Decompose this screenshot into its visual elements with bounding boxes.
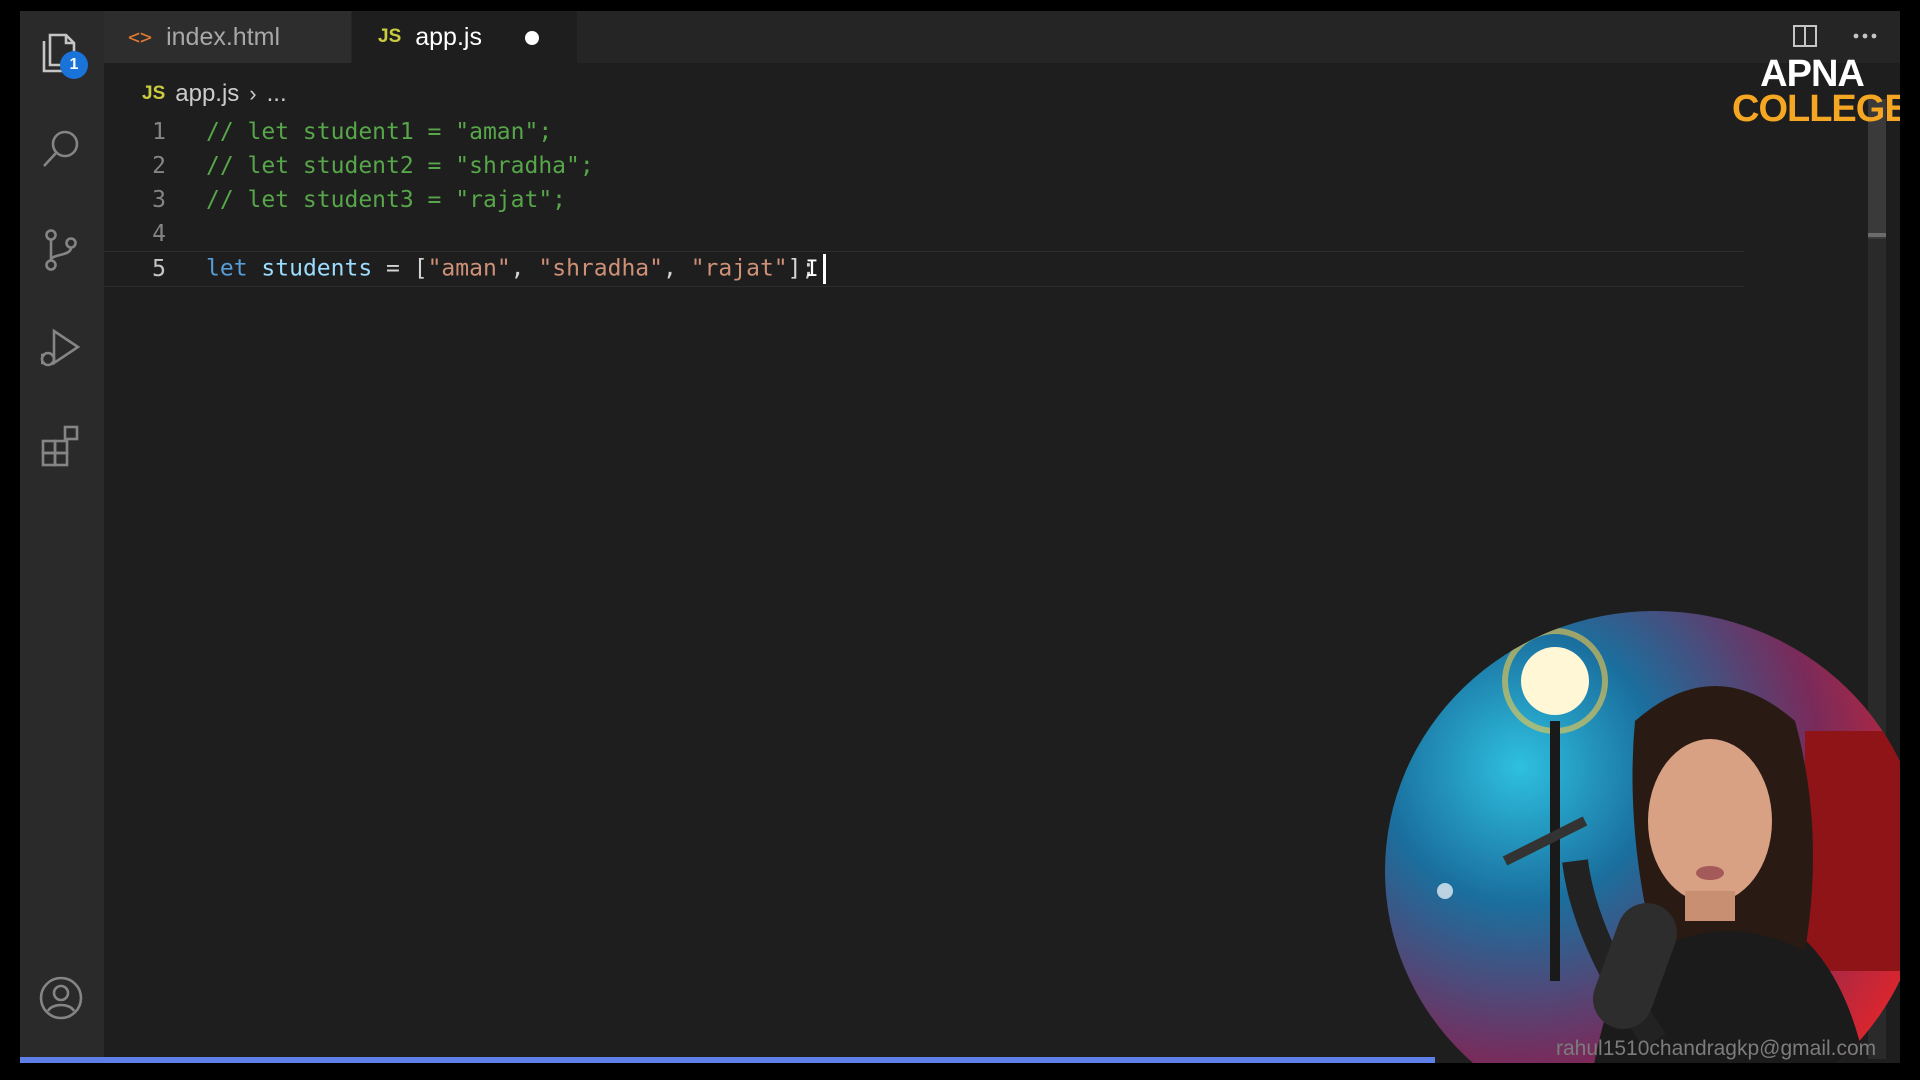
breadcrumb: JS app.js › ... bbox=[142, 77, 287, 111]
logo-line2: COLLEGE bbox=[1732, 87, 1900, 130]
code-statement: let students = ["aman", "shradha", "raja… bbox=[206, 254, 826, 284]
webcam-overlay bbox=[1385, 611, 1900, 1063]
tab-label: app.js bbox=[415, 22, 482, 51]
more-actions-icon[interactable] bbox=[1850, 21, 1880, 51]
string-rajat: "rajat" bbox=[690, 255, 788, 282]
vscode-window: 1 <> index.html JS app.js JS app.js › ..… bbox=[20, 11, 1900, 1063]
breadcrumb-rest[interactable]: ... bbox=[267, 80, 287, 108]
tab-index-html[interactable]: <> index.html bbox=[104, 11, 351, 63]
activity-bar: 1 bbox=[20, 11, 104, 1063]
source-control-icon[interactable] bbox=[34, 223, 88, 277]
js-file-icon: JS bbox=[378, 26, 402, 47]
line-number: 3 bbox=[152, 187, 166, 213]
breadcrumb-file[interactable]: app.js bbox=[175, 80, 239, 108]
files-icon[interactable]: 1 bbox=[34, 25, 88, 79]
run-debug-icon[interactable] bbox=[34, 321, 88, 375]
html-file-icon: <> bbox=[128, 25, 153, 49]
code-comment: // let student3 = "rajat"; bbox=[206, 187, 567, 213]
code-comment: // let student2 = "shradha"; bbox=[206, 153, 594, 179]
text-caret bbox=[822, 254, 826, 284]
logo-line1: APNA bbox=[1760, 53, 1865, 95]
chevron-right-icon: › bbox=[249, 81, 257, 106]
presenter-illustration bbox=[1437, 628, 1900, 1063]
tab-app-js[interactable]: JS app.js bbox=[352, 11, 577, 63]
code-line-3[interactable]: 3 // let student3 = "rajat"; bbox=[104, 183, 566, 217]
code-comment: // let student1 = "aman"; bbox=[206, 119, 553, 145]
account-icon[interactable] bbox=[34, 971, 88, 1025]
line-number: 1 bbox=[152, 119, 166, 145]
ibeam-cursor-icon: I bbox=[805, 256, 819, 282]
string-shradha: "shradha" bbox=[538, 255, 663, 282]
comma: , bbox=[663, 255, 691, 282]
video-progress-bar bbox=[20, 1057, 1435, 1063]
code-line-2[interactable]: 2 // let student2 = "shradha"; bbox=[104, 149, 594, 183]
split-editor-icon[interactable] bbox=[1790, 21, 1820, 51]
unsaved-dot-icon[interactable] bbox=[525, 31, 539, 45]
editor-actions bbox=[1790, 21, 1880, 51]
extensions-icon[interactable] bbox=[34, 419, 88, 473]
tab-label: index.html bbox=[166, 22, 281, 51]
variable-students: students bbox=[261, 255, 373, 282]
explorer-badge: 1 bbox=[60, 51, 88, 79]
code-line-4[interactable]: 4 bbox=[104, 217, 166, 251]
string-aman: "aman" bbox=[427, 255, 511, 282]
search-icon[interactable] bbox=[34, 123, 88, 177]
line-number: 5 bbox=[152, 256, 166, 282]
line-number: 2 bbox=[152, 153, 166, 179]
overview-ruler-mark bbox=[1868, 233, 1886, 237]
code-line-1[interactable]: 1 // let student1 = "aman"; bbox=[104, 115, 552, 149]
tab-bar: <> index.html JS app.js bbox=[104, 11, 1900, 63]
apna-college-logo: APNA COLLEGE bbox=[1732, 53, 1900, 130]
comma: , bbox=[510, 255, 539, 282]
assign-bracket: = [ bbox=[372, 255, 428, 282]
js-file-icon: JS bbox=[142, 83, 166, 104]
code-line-5[interactable]: 5 let students = ["aman", "shradha", "ra… bbox=[104, 251, 1744, 287]
keyword-let: let bbox=[206, 255, 248, 282]
watermark-email: rahul1510chandragkp@gmail.com bbox=[1556, 1037, 1877, 1060]
line-number: 4 bbox=[152, 221, 166, 247]
